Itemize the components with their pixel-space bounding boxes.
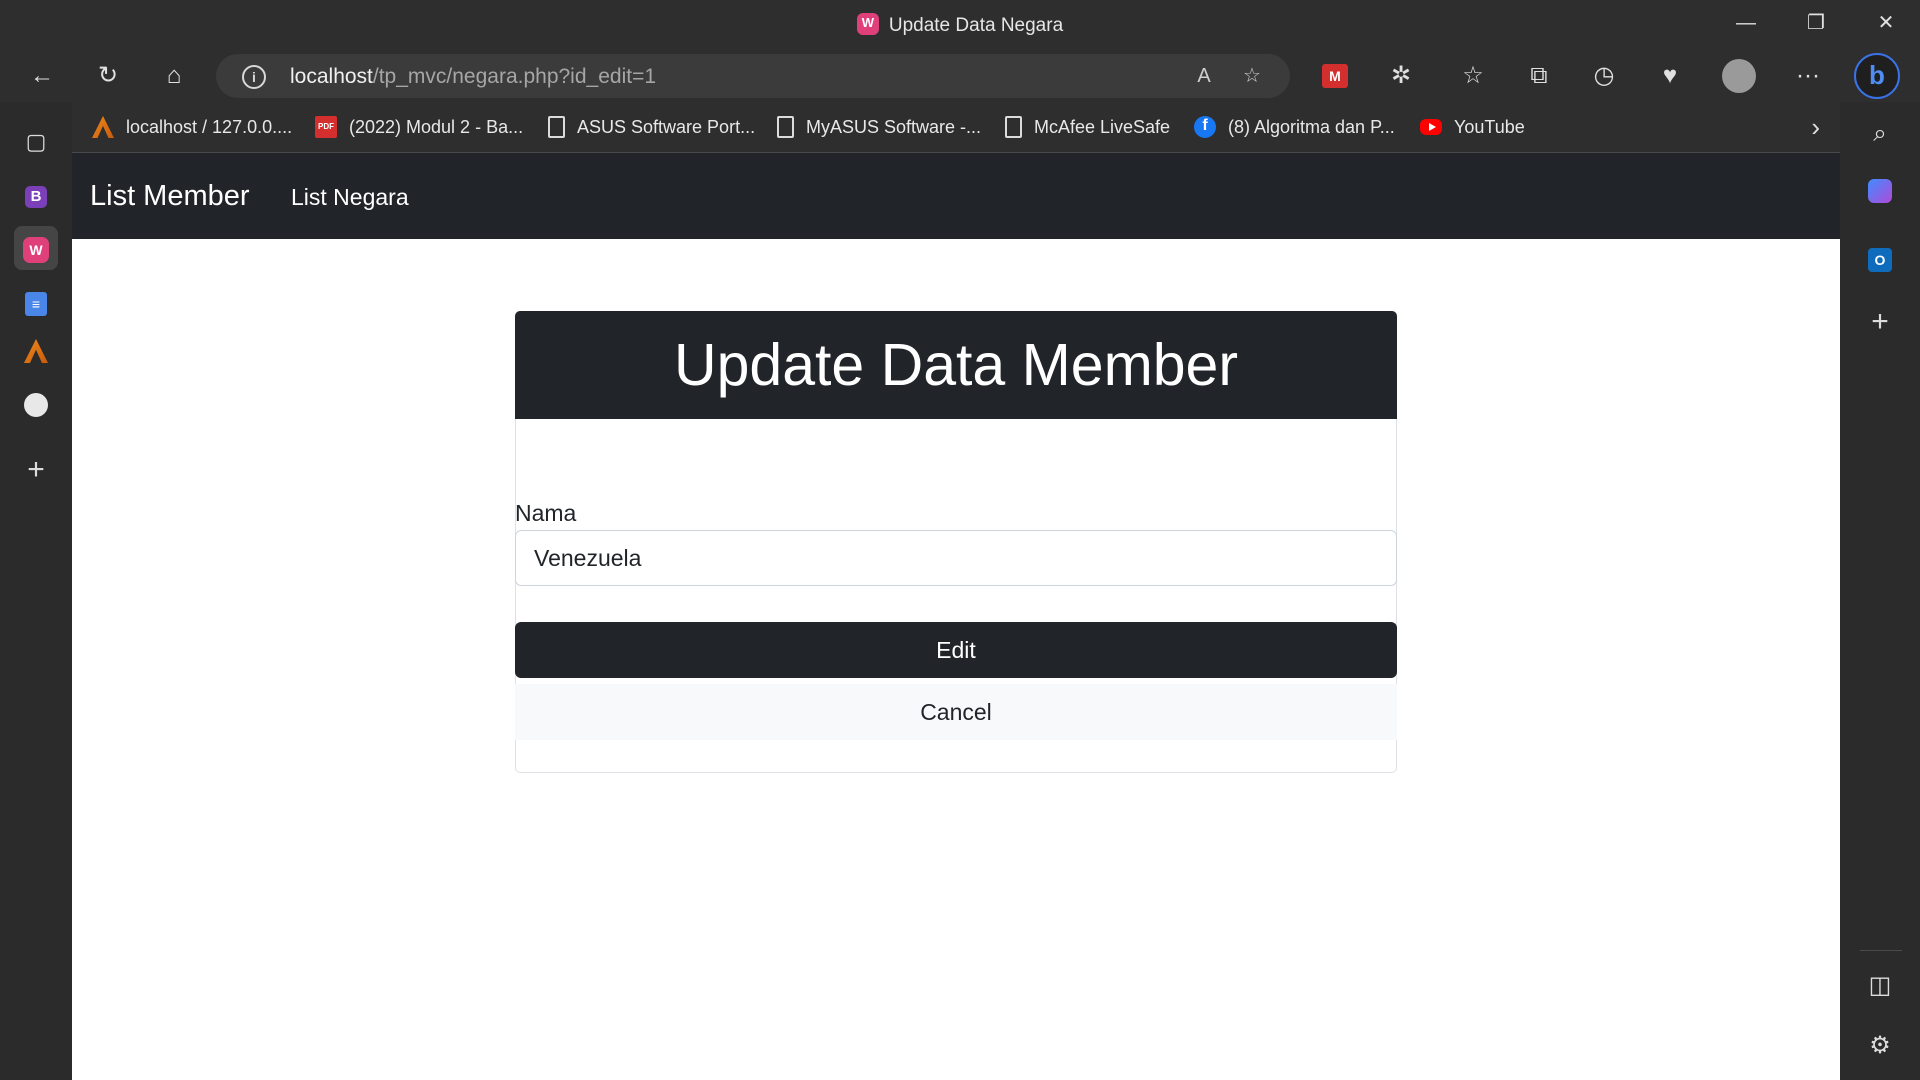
xampp-tab-icon[interactable] — [14, 334, 58, 378]
docs-icon-glyph: ≡ — [25, 292, 47, 316]
page-viewport: List Member List Negara Update Data Memb… — [72, 152, 1840, 1080]
bing-copilot-button[interactable]: b — [1854, 53, 1900, 99]
wampp-tab-label: W — [23, 237, 49, 263]
bookmark-label: (8) Algoritma dan P... — [1228, 116, 1395, 137]
xampp-icon — [24, 339, 48, 363]
bookmark-youtube[interactable]: YouTube — [1420, 114, 1525, 140]
back-icon[interactable]: ← — [22, 58, 62, 94]
docs-tab-icon[interactable]: ≡ — [14, 280, 58, 324]
history-icon[interactable]: ◷ — [1584, 58, 1624, 94]
page-icon — [777, 116, 794, 138]
wampp-tab-icon[interactable]: W — [14, 226, 58, 270]
window-title-text: Update Data Negara — [888, 15, 1064, 36]
xampp-icon — [92, 116, 114, 138]
site-navbar: List Member List Negara — [72, 152, 1840, 239]
page-icon — [548, 116, 565, 138]
bookmark-label: (2022) Modul 2 - Ba... — [349, 116, 524, 137]
bookmark-label: YouTube — [1454, 116, 1525, 137]
bookmarks-more-chevron-icon[interactable]: › — [1811, 112, 1820, 143]
github-tab-icon[interactable] — [14, 388, 58, 432]
site-info-icon[interactable]: i — [242, 65, 266, 89]
add-tab-icon[interactable]: + — [14, 448, 58, 492]
wampp-favicon-icon — [856, 13, 879, 35]
nama-label: Nama — [515, 500, 577, 526]
page-icon — [1005, 116, 1022, 138]
bookmark-label: McAfee LiveSafe — [1034, 116, 1171, 137]
close-button[interactable]: ✕ — [1852, 0, 1920, 48]
profile-avatar-icon[interactable] — [1722, 59, 1756, 93]
outlook-label: O — [1868, 248, 1892, 272]
nav-brand-list-member[interactable]: List Member — [90, 180, 250, 213]
window-title: Update Data Negara — [0, 13, 1920, 37]
bookmark-label: MyASUS Software -... — [806, 116, 982, 137]
read-aloud-icon[interactable]: A — [1188, 62, 1220, 90]
url-path: /tp_mvc/negara.php?id_edit=1 — [372, 65, 657, 88]
collections-icon[interactable]: ⧉ — [1519, 58, 1559, 94]
more-menu-icon[interactable]: ··· — [1788, 58, 1828, 94]
url-host: localhost — [290, 65, 373, 88]
nav-link-list-negara[interactable]: List Negara — [291, 184, 409, 211]
left-sidebar: ▢ B W ≡ + — [0, 102, 72, 1080]
url-text[interactable]: localhost/tp_mvc/negara.php?id_edit=1 — [290, 65, 656, 89]
favorites-icon[interactable]: ☆ — [1453, 58, 1493, 94]
browser-toolbar: ← ↻ ⌂ i localhost/tp_mvc/negara.php?id_e… — [0, 50, 1920, 102]
add-sidebar-app-icon[interactable]: + — [1858, 300, 1902, 344]
edit-button[interactable]: Edit — [515, 622, 1397, 678]
cancel-button[interactable]: Cancel — [515, 684, 1397, 740]
bookmark-localhost[interactable]: localhost / 127.0.0.... — [92, 114, 292, 140]
restore-button[interactable]: ❐ — [1782, 0, 1850, 48]
tab-actions-icon[interactable]: ▢ — [14, 120, 58, 164]
add-favorite-icon[interactable]: ☆ — [1236, 62, 1268, 90]
refresh-icon[interactable]: ↻ — [88, 58, 128, 94]
bookmark-algoritma[interactable]: (8) Algoritma dan P... — [1194, 114, 1395, 140]
extension-red-icon[interactable]: M — [1322, 64, 1348, 88]
sidebar-divider — [1860, 950, 1902, 951]
workspace-b-icon[interactable]: B — [14, 172, 58, 216]
copilot-icon[interactable] — [1858, 174, 1902, 218]
youtube-icon — [1420, 119, 1442, 135]
bookmark-modul2[interactable]: (2022) Modul 2 - Ba... — [315, 114, 523, 140]
search-icon[interactable]: ⌕ — [1858, 112, 1902, 156]
facebook-icon — [1194, 116, 1216, 138]
workspace-b-label: B — [25, 186, 47, 208]
pdf-icon — [315, 116, 337, 138]
bookmark-asus-portal[interactable]: ASUS Software Port... — [548, 114, 755, 140]
form-heading: Update Data Member — [515, 311, 1397, 419]
bookmark-myasus[interactable]: MyASUS Software -... — [777, 114, 981, 140]
update-form-card: Update Data Member Nama Edit Cancel — [515, 311, 1397, 773]
bookmarks-bar: localhost / 127.0.0.... (2022) Modul 2 -… — [72, 102, 1840, 152]
copilot-icon-glyph — [1868, 179, 1892, 203]
home-icon[interactable]: ⌂ — [154, 58, 194, 94]
browser-essentials-icon[interactable]: ♥ — [1650, 58, 1690, 94]
hide-sidebar-icon[interactable]: ◫ — [1858, 964, 1902, 1008]
minimize-button[interactable]: — — [1712, 0, 1780, 48]
outlook-icon[interactable]: O — [1858, 236, 1902, 280]
github-icon — [24, 393, 48, 417]
bookmark-mcafee[interactable]: McAfee LiveSafe — [1005, 114, 1170, 140]
bookmark-label: localhost / 127.0.0.... — [126, 116, 293, 137]
title-bar: Update Data Negara — ❐ ✕ — [0, 0, 1920, 50]
settings-icon[interactable]: ⚙ — [1858, 1024, 1902, 1068]
nama-input[interactable] — [515, 530, 1397, 586]
extensions-icon[interactable]: ✲ — [1381, 58, 1421, 94]
address-bar[interactable]: i localhost/tp_mvc/negara.php?id_edit=1 … — [216, 54, 1290, 98]
right-sidebar: ⌕ O + ◫ ⚙ — [1840, 102, 1920, 1080]
bookmark-label: ASUS Software Port... — [577, 116, 756, 137]
